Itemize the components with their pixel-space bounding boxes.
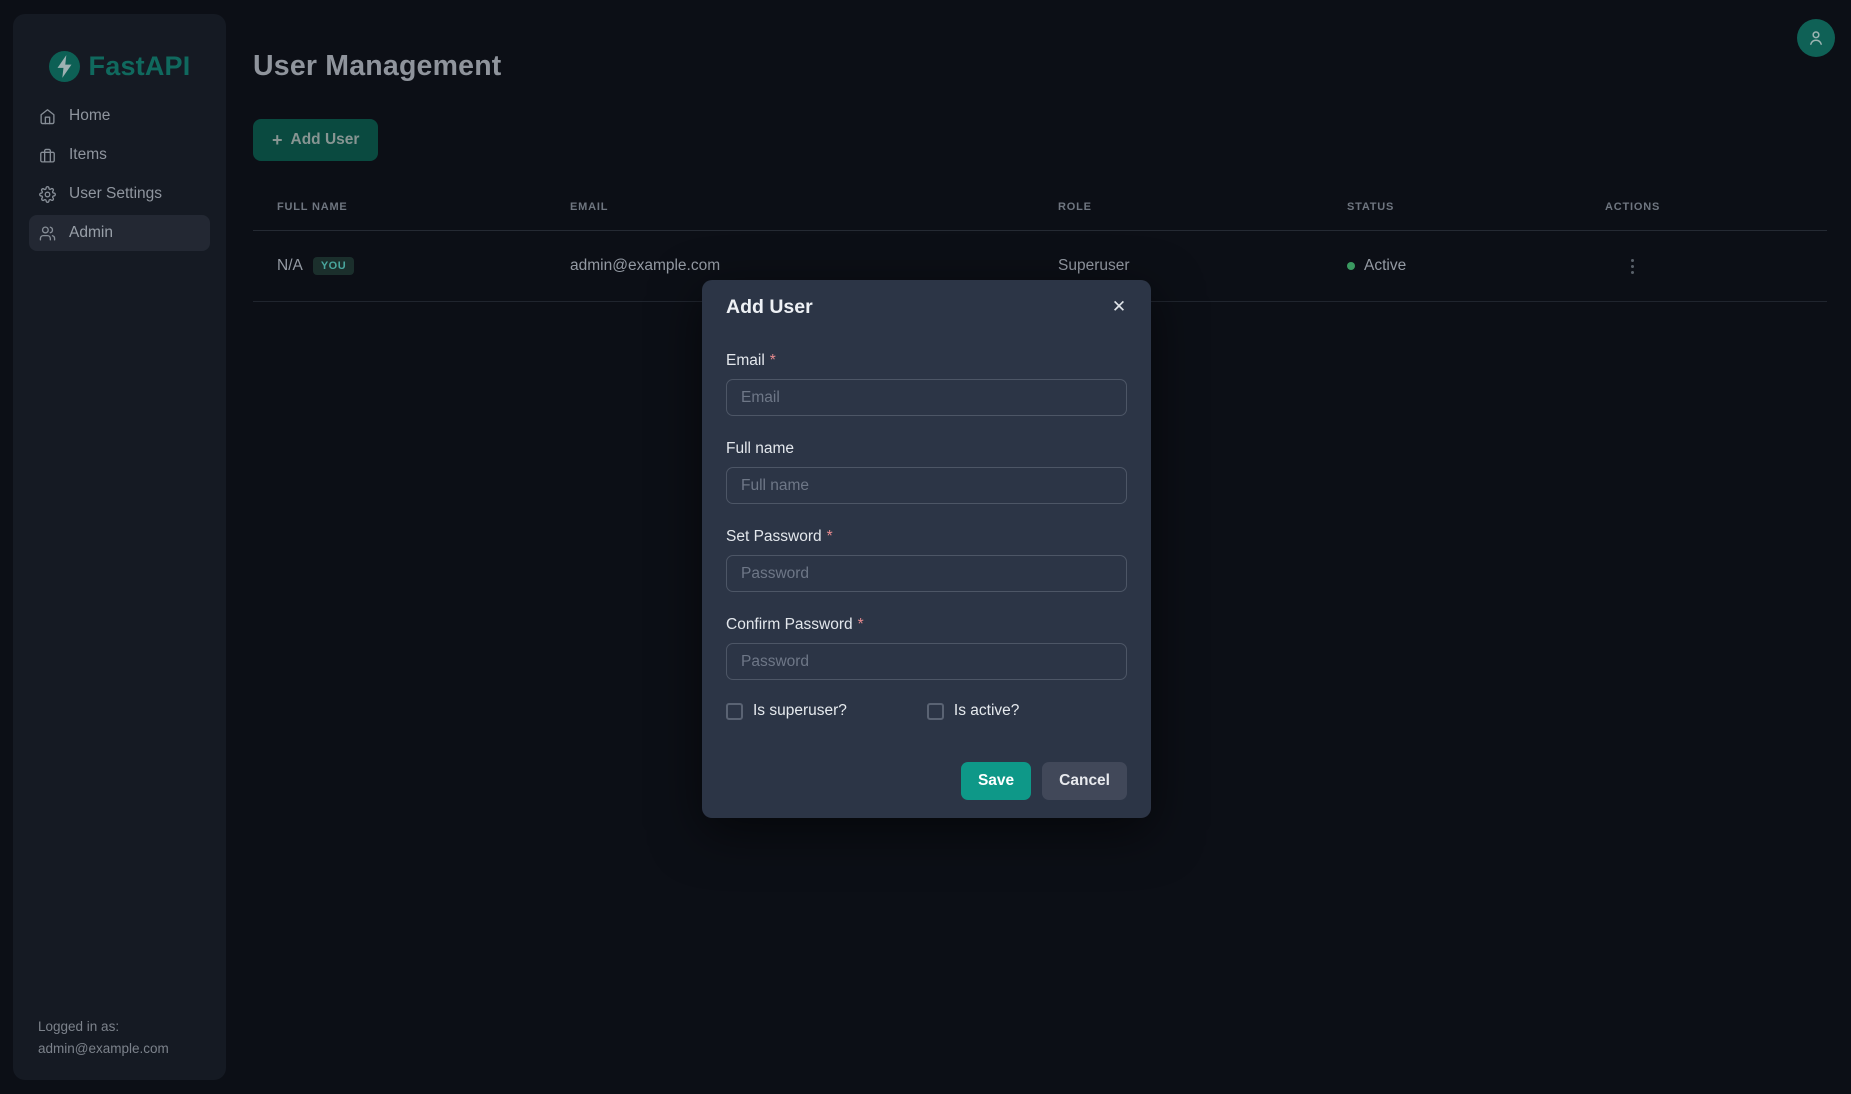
is-superuser-checkbox[interactable]: Is superuser?	[726, 702, 847, 720]
close-icon[interactable]: ✕	[1103, 290, 1135, 322]
is-active-label: Is active?	[954, 702, 1019, 720]
full-name-field-group: Full name	[726, 439, 1127, 504]
set-password-input[interactable]	[726, 555, 1127, 592]
checkbox-icon	[927, 703, 944, 720]
email-field-group: Email*	[726, 351, 1127, 416]
cancel-button[interactable]: Cancel	[1042, 762, 1127, 800]
app-root: FastAPI Home Items User Settings	[0, 0, 1851, 1094]
set-password-label: Set Password*	[726, 527, 1127, 546]
is-active-checkbox[interactable]: Is active?	[927, 702, 1019, 720]
required-asterisk: *	[858, 616, 864, 633]
modal-footer: Save Cancel	[726, 762, 1127, 800]
full-name-input[interactable]	[726, 467, 1127, 504]
email-label: Email*	[726, 351, 1127, 370]
save-button[interactable]: Save	[961, 762, 1031, 800]
confirm-password-label: Confirm Password*	[726, 615, 1127, 634]
is-superuser-label: Is superuser?	[753, 702, 847, 720]
confirm-password-input[interactable]	[726, 643, 1127, 680]
add-user-modal: Add User ✕ Email* Full name Set Password…	[702, 280, 1151, 818]
required-asterisk: *	[770, 352, 776, 369]
required-asterisk: *	[827, 528, 833, 545]
modal-checkbox-row: Is superuser? Is active?	[726, 702, 1127, 720]
modal-title: Add User	[726, 296, 1127, 318]
set-password-field-group: Set Password*	[726, 527, 1127, 592]
confirm-password-field-group: Confirm Password*	[726, 615, 1127, 680]
email-input[interactable]	[726, 379, 1127, 416]
full-name-label: Full name	[726, 439, 1127, 458]
checkbox-icon	[726, 703, 743, 720]
